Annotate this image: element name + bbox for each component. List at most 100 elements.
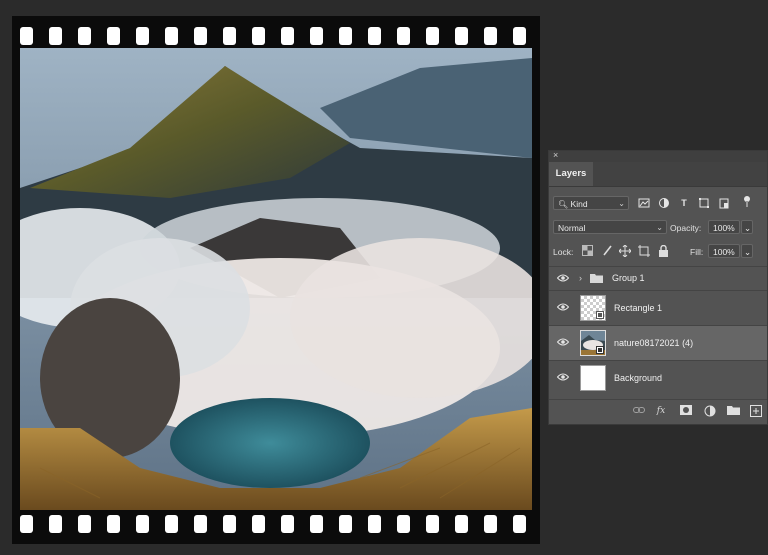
sprocket-hole <box>107 27 120 45</box>
sprocket-hole <box>20 515 33 533</box>
chevron-down-icon: ⌄ <box>744 223 752 233</box>
sprocket-hole <box>136 515 149 533</box>
filter-kind-label: Kind <box>570 199 588 209</box>
chevron-down-icon: ⌄ <box>744 247 752 257</box>
layer-thumbnail <box>580 295 606 321</box>
panel-tab-bar: Layers <box>549 162 767 187</box>
filter-row: 🔍︎ Kind ⌄ T <box>549 193 767 213</box>
sprocket-hole <box>484 515 497 533</box>
sprocket-hole <box>339 27 352 45</box>
panel-footer: fx <box>549 399 767 422</box>
sprocket-hole <box>310 515 323 533</box>
sprocket-hole <box>513 27 526 45</box>
sprocket-hole <box>455 27 468 45</box>
eye-icon[interactable] <box>556 302 570 312</box>
sprocket-hole <box>339 515 352 533</box>
sprocket-hole <box>78 515 91 533</box>
sprocket-hole <box>20 27 33 45</box>
sprocket-hole <box>223 515 236 533</box>
sprocket-hole <box>194 515 207 533</box>
eye-icon[interactable] <box>556 273 570 283</box>
layer-name: Rectangle 1 <box>614 303 663 313</box>
blend-mode-select[interactable]: Normal ⌄ <box>553 220 667 234</box>
sprocket-hole <box>513 515 526 533</box>
eye-icon[interactable] <box>556 372 570 382</box>
filter-toggle-icon[interactable] <box>741 195 753 207</box>
sprocket-hole <box>165 515 178 533</box>
panel-close-bar: × <box>549 150 767 162</box>
adjustment-filter-icon[interactable] <box>658 197 670 209</box>
close-icon[interactable]: × <box>553 150 558 160</box>
search-icon: 🔍︎ <box>558 200 569 209</box>
blend-row: Normal ⌄ Opacity: 100% ⌄ <box>549 217 767 237</box>
volcano-photo-art <box>20 48 532 510</box>
film-strip-frame <box>12 16 540 544</box>
sprocket-hole <box>252 515 265 533</box>
sprocket-hole <box>368 27 381 45</box>
sprocket-hole <box>455 515 468 533</box>
lock-pixels-icon[interactable] <box>601 245 613 257</box>
sprocket-hole <box>310 27 323 45</box>
layers-panel: × Layers 🔍︎ Kind ⌄ T Normal ⌄ Opacity: 1… <box>548 150 768 425</box>
sprocket-hole <box>107 515 120 533</box>
layer-thumbnail <box>580 365 606 391</box>
fill-label: Fill: <box>690 247 704 257</box>
sprocket-hole <box>194 27 207 45</box>
sprocket-hole <box>136 27 149 45</box>
folder-icon <box>590 273 603 285</box>
opacity-input[interactable]: 100% <box>708 220 740 234</box>
new-layer-icon[interactable] <box>750 405 762 417</box>
smart-object-filter-icon[interactable] <box>718 197 730 209</box>
layer-row-background[interactable]: Background <box>549 360 767 395</box>
pixel-filter-icon[interactable] <box>638 197 650 209</box>
sprocket-hole <box>426 515 439 533</box>
adjustment-icon[interactable] <box>704 405 716 417</box>
layer-name: nature08172021 (4) <box>614 338 694 348</box>
lock-row: Lock: Fill: 100% ⌄ <box>549 241 767 261</box>
layer-name: Group 1 <box>612 273 645 283</box>
layer-row-rectangle-1[interactable]: Rectangle 1 <box>549 290 767 325</box>
type-filter-icon[interactable]: T <box>678 197 690 209</box>
sprocket-hole <box>49 27 62 45</box>
lock-all-icon[interactable] <box>657 244 669 257</box>
layer-row-group-1[interactable]: › Group 1 <box>549 266 767 290</box>
sprocket-hole <box>49 515 62 533</box>
sprocket-hole <box>78 27 91 45</box>
lock-position-icon[interactable] <box>618 244 632 258</box>
sprocket-hole <box>165 27 178 45</box>
sprocket-hole <box>281 27 294 45</box>
tab-layers[interactable]: Layers <box>549 162 593 186</box>
film-sprocket-holes-top <box>12 25 540 47</box>
opacity-label: Opacity: <box>670 223 702 233</box>
lock-artboard-icon[interactable] <box>638 245 650 257</box>
opacity-dropdown[interactable]: ⌄ <box>741 220 753 234</box>
chevron-down-icon: ⌄ <box>656 223 663 232</box>
volcano-photo <box>20 48 532 510</box>
sprocket-hole <box>426 27 439 45</box>
fx-icon[interactable]: fx <box>655 405 667 417</box>
sprocket-hole <box>281 515 294 533</box>
layer-row-nature[interactable]: nature08172021 (4) <box>549 325 767 360</box>
lock-label: Lock: <box>553 247 574 257</box>
lock-transparent-icon[interactable] <box>581 245 593 257</box>
film-sprocket-holes-bottom <box>12 513 540 535</box>
sprocket-hole <box>252 27 265 45</box>
layer-thumbnail <box>580 330 606 356</box>
mask-icon[interactable] <box>680 405 692 417</box>
sprocket-hole <box>368 515 381 533</box>
blend-mode-label: Normal <box>558 223 586 233</box>
sprocket-hole <box>397 515 410 533</box>
disclosure-chevron-icon[interactable]: › <box>579 273 582 283</box>
eye-icon[interactable] <box>556 337 570 347</box>
chevron-down-icon: ⌄ <box>618 199 625 208</box>
sprocket-hole <box>397 27 410 45</box>
fill-dropdown[interactable]: ⌄ <box>741 244 753 258</box>
folder-icon[interactable] <box>727 405 740 417</box>
sprocket-hole <box>484 27 497 45</box>
filter-kind-select[interactable]: 🔍︎ Kind ⌄ <box>553 196 629 210</box>
sprocket-hole <box>223 27 236 45</box>
shape-filter-icon[interactable] <box>698 197 710 209</box>
link-icon[interactable] <box>633 405 645 417</box>
layer-name: Background <box>614 373 663 383</box>
fill-input[interactable]: 100% <box>708 244 740 258</box>
